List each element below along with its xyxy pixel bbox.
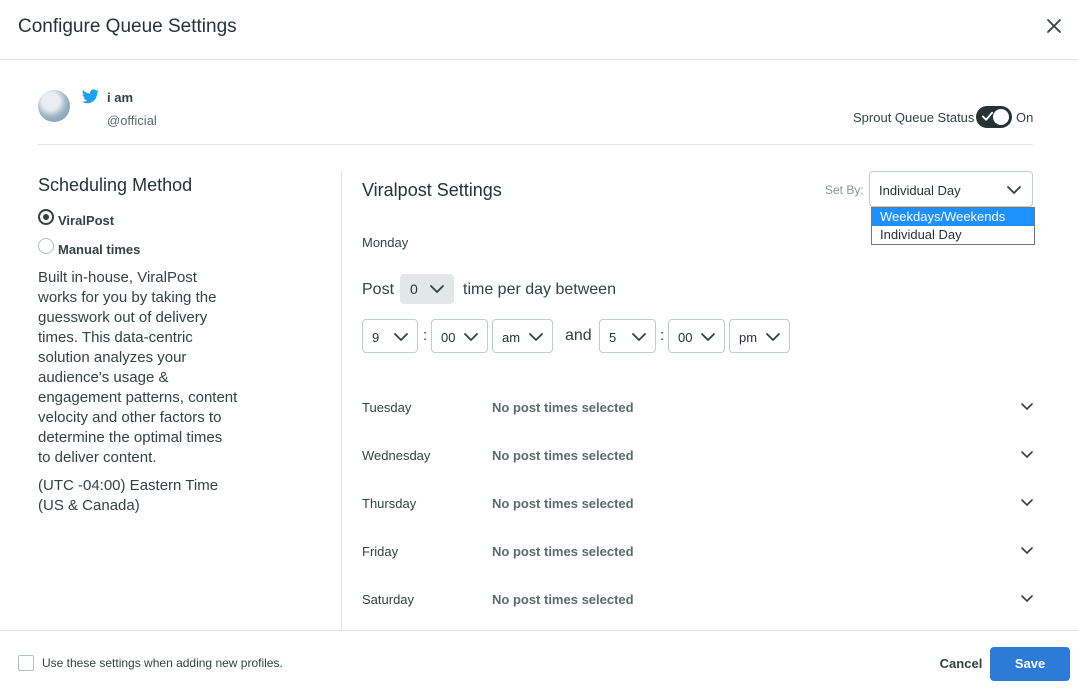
end-period-select[interactable]: pm [729, 319, 790, 353]
avatar [38, 90, 70, 122]
chevron-down-icon [632, 333, 646, 341]
post-suffix-label: time per day between [463, 281, 616, 298]
save-button[interactable]: Save [990, 647, 1070, 681]
day-name-saturday: Saturday [362, 592, 415, 607]
end-minute-select[interactable]: 00 [668, 319, 725, 353]
queue-status-state: On [1016, 110, 1034, 125]
cancel-button[interactable]: Cancel [930, 650, 992, 678]
toggle-knob [993, 109, 1009, 125]
day-status-tuesday: No post times selected [492, 400, 634, 415]
scheduling-method-title: Scheduling Method [38, 175, 193, 195]
new-profiles-checkbox[interactable] [18, 655, 34, 671]
chevron-down-icon[interactable] [1020, 593, 1034, 605]
day-name-thursday: Thursday [362, 496, 417, 511]
manual-times-radio[interactable] [38, 238, 54, 254]
set-by-select[interactable]: Individual Day [869, 171, 1033, 207]
chevron-down-icon[interactable] [1020, 449, 1034, 461]
set-by-option-weekdays-weekends[interactable]: Weekdays/Weekends [872, 208, 1034, 226]
time-separator: : [660, 327, 665, 344]
queue-status-toggle[interactable] [976, 106, 1012, 128]
viralpost-radio-label[interactable]: ViralPost [58, 213, 114, 228]
chevron-down-icon [394, 333, 408, 341]
twitter-icon [82, 89, 99, 104]
chevron-down-icon [529, 333, 543, 341]
dialog-title: Configure Queue Settings [18, 16, 237, 37]
chevron-down-icon [766, 333, 780, 341]
post-label: Post [362, 281, 395, 298]
day-name-wednesday: Wednesday [362, 448, 431, 463]
time-separator: : [423, 327, 428, 344]
day-status-saturday: No post times selected [492, 592, 634, 607]
start-minute-select[interactable]: 00 [431, 319, 488, 353]
profile-name: i am [107, 90, 134, 105]
start-period-value: am [502, 330, 521, 345]
set-by-label: Set By: [825, 183, 864, 197]
chevron-down-icon [1007, 186, 1021, 194]
timezone-label: (UTC -04:00) Eastern Time (US & Canada) [38, 477, 219, 514]
close-icon[interactable] [1042, 14, 1066, 38]
day-status-thursday: No post times selected [492, 496, 634, 511]
day-status-wednesday: No post times selected [492, 448, 634, 463]
end-hour-select[interactable]: 5 [599, 319, 656, 353]
chevron-down-icon[interactable] [1020, 545, 1034, 557]
post-count-value: 0 [410, 281, 418, 297]
viralpost-settings-title: Viralpost Settings [362, 180, 502, 200]
profile-handle: @official [107, 113, 157, 128]
post-count-select[interactable]: 0 [400, 274, 454, 304]
profile-divider [38, 144, 1033, 145]
viralpost-description: Built in-house, ViralPost works for you … [38, 269, 238, 466]
set-by-option-individual-day[interactable]: Individual Day [872, 226, 1034, 244]
day-name-friday: Friday [362, 544, 399, 559]
end-period-value: pm [739, 330, 758, 345]
and-label: and [565, 327, 592, 344]
end-minute-value: 00 [678, 330, 693, 345]
start-hour-value: 9 [372, 330, 380, 345]
start-hour-select[interactable]: 9 [362, 319, 418, 353]
chevron-down-icon[interactable] [1020, 401, 1034, 413]
set-by-value: Individual Day [879, 183, 961, 198]
viralpost-radio[interactable] [38, 209, 54, 225]
column-divider [341, 170, 342, 630]
start-period-select[interactable]: am [492, 319, 553, 353]
new-profiles-checkbox-label[interactable]: Use these settings when adding new profi… [42, 656, 283, 670]
manual-times-radio-label[interactable]: Manual times [58, 242, 140, 257]
end-hour-value: 5 [609, 330, 617, 345]
chevron-down-icon[interactable] [1020, 497, 1034, 509]
set-by-dropdown-menu: Weekdays/Weekends Individual Day [871, 207, 1035, 245]
day-status-friday: No post times selected [492, 544, 634, 559]
chevron-down-icon [464, 333, 478, 341]
chevron-down-icon [430, 285, 444, 293]
start-minute-value: 00 [441, 330, 456, 345]
queue-status-label: Sprout Queue Status [853, 110, 975, 125]
day-name-tuesday: Tuesday [362, 400, 412, 415]
chevron-down-icon [701, 333, 715, 341]
day-name-monday: Monday [362, 235, 409, 250]
